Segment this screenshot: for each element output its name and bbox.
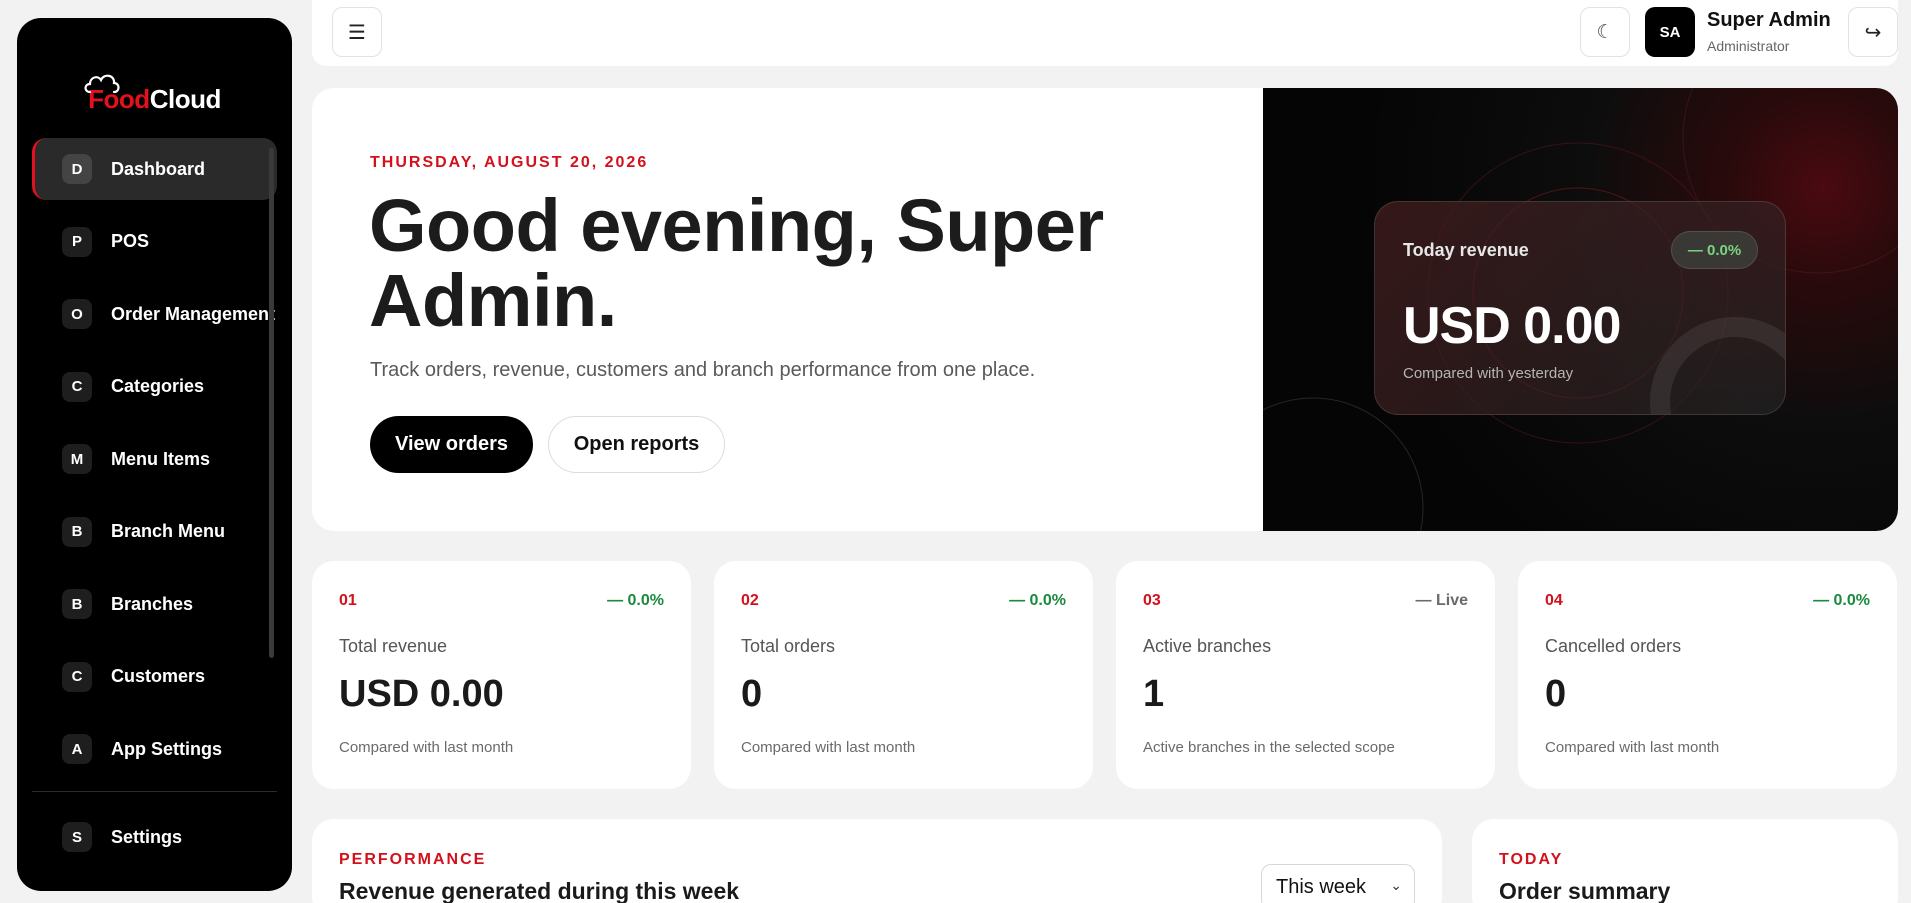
menu-toggle-button[interactable]: ☰ <box>332 7 382 57</box>
stat-card-total-orders: 02 — 0.0% Total orders 0 Compared with l… <box>714 561 1093 789</box>
topbar: ☰ ☾ SA Super Admin Administrator ↪ <box>312 0 1898 66</box>
nav-badge: O <box>62 299 92 329</box>
avatar[interactable]: SA <box>1645 7 1695 57</box>
performance-panel: PERFORMANCE Revenue generated during thi… <box>312 819 1442 903</box>
stat-trend: — 0.0% <box>607 592 664 609</box>
stat-label: Cancelled orders <box>1545 636 1682 656</box>
nav-badge: C <box>62 371 92 402</box>
page-subtitle: Track orders, revenue, customers and bra… <box>370 359 1036 381</box>
nav-badge: B <box>62 589 92 619</box>
current-date: THURSDAY, AUGUST 20, 2026 <box>370 154 649 171</box>
moon-icon: ☾ <box>1596 21 1614 43</box>
today-kicker: TODAY <box>1499 851 1564 868</box>
nav-badge: P <box>62 226 92 257</box>
view-orders-button[interactable]: View orders <box>370 416 533 473</box>
stat-note: Compared with last month <box>741 739 916 756</box>
nav-badge: D <box>62 154 92 184</box>
stat-value: USD 0.00 <box>339 673 504 715</box>
sidebar-item-branch-menu[interactable]: B Branch Menu <box>32 501 277 563</box>
stat-trend: — 0.0% <box>1009 592 1066 609</box>
stat-card-total-revenue: 01 — 0.0% Total revenue USD 0.00 Compare… <box>312 561 691 789</box>
stat-value: 0 <box>741 673 763 715</box>
sidebar-item-order-management[interactable]: O Order Management <box>32 283 277 345</box>
hamburger-icon: ☰ <box>348 21 366 44</box>
stat-index: 02 <box>741 592 759 609</box>
sidebar-item-customers[interactable]: C Customers <box>32 646 277 708</box>
today-revenue-note: Compared with yesterday <box>1403 365 1574 382</box>
sidebar-item-categories[interactable]: C Categories <box>32 356 277 418</box>
sidebar-item-app-settings[interactable]: A App Settings <box>32 718 277 780</box>
stat-label: Total orders <box>741 636 836 656</box>
chevron-down-icon: ⌄ <box>1390 877 1402 893</box>
nav-badge: S <box>62 822 92 852</box>
hero-panel: THURSDAY, AUGUST 20, 2026 Good evening, … <box>312 88 1898 531</box>
stat-index: 01 <box>339 592 357 609</box>
sidebar-item-settings[interactable]: S Settings <box>32 806 277 868</box>
sidebar-item-label: Menu Items <box>111 448 211 469</box>
sidebar-item-dashboard[interactable]: D Dashboard <box>32 138 277 200</box>
stat-value: 0 <box>1545 673 1567 715</box>
stat-card-cancelled-orders: 04 — 0.0% Cancelled orders 0 Compared wi… <box>1518 561 1897 789</box>
stat-label: Total revenue <box>339 636 448 656</box>
performance-title: Revenue generated during this week <box>339 878 740 903</box>
today-revenue-label: Today revenue <box>1403 240 1529 260</box>
nav-badge: C <box>62 661 92 692</box>
page-title: Good evening, Super Admin. <box>369 184 1104 342</box>
sidebar-item-label: Branch Menu <box>111 521 226 541</box>
sidebar-item-menu-items[interactable]: M Menu Items <box>32 428 277 490</box>
sidebar: FoodCloud D Dashboard P POS O Order Mana… <box>17 18 292 891</box>
stat-card-active-branches: 03 — Live Active branches 1 Active branc… <box>1116 561 1495 789</box>
stat-index: 03 <box>1143 592 1161 609</box>
open-reports-button[interactable]: Open reports <box>548 416 725 473</box>
user-role: Administrator <box>1707 38 1790 54</box>
theme-toggle-button[interactable]: ☾ <box>1580 7 1630 57</box>
sidebar-item-label: App Settings <box>111 738 222 759</box>
stat-note: Active branches in the selected scope <box>1143 739 1395 756</box>
performance-kicker: PERFORMANCE <box>339 851 487 868</box>
today-revenue-card: Today revenue — 0.0% USD 0.00 Compared w… <box>1374 201 1786 415</box>
sidebar-item-label: Customers <box>111 666 206 686</box>
stat-trend: — Live <box>1415 592 1468 609</box>
period-select[interactable]: This week ⌄ <box>1261 864 1415 903</box>
nav-badge: M <box>62 444 92 474</box>
cloud-icon <box>84 74 120 94</box>
sidebar-scrollbar[interactable] <box>269 148 274 658</box>
stat-note: Compared with last month <box>1545 739 1720 756</box>
user-name: Super Admin <box>1707 9 1831 31</box>
hero-highlight: Today revenue — 0.0% USD 0.00 Compared w… <box>1263 88 1898 531</box>
sidebar-item-label: Dashboard <box>111 158 206 179</box>
brand-cloud: Cloud <box>149 84 222 114</box>
nav-badge: A <box>62 734 92 764</box>
today-revenue-trend-badge: — 0.0% <box>1671 231 1758 269</box>
sidebar-item-label: Order Management <box>111 303 276 324</box>
sidebar-nav: D Dashboard P POS O Order Management C C… <box>32 138 277 791</box>
sidebar-item-branches[interactable]: B Branches <box>32 573 277 635</box>
nav-badge: B <box>62 516 92 547</box>
brand-logo[interactable]: FoodCloud <box>17 74 292 115</box>
sidebar-item-label: Settings <box>111 826 183 847</box>
sidebar-item-label: POS <box>111 231 150 251</box>
stat-trend: — 0.0% <box>1813 592 1870 609</box>
logout-button[interactable]: ↪ <box>1848 7 1898 57</box>
stat-label: Active branches <box>1143 636 1272 656</box>
sidebar-item-pos[interactable]: P POS <box>32 211 277 273</box>
stat-index: 04 <box>1545 592 1563 609</box>
logout-icon: ↪ <box>1864 21 1882 44</box>
order-summary-panel: TODAY Order summary <box>1472 819 1898 903</box>
order-summary-title: Order summary <box>1499 878 1671 903</box>
period-select-value: This week <box>1276 875 1367 898</box>
today-revenue-value: USD 0.00 <box>1403 297 1621 355</box>
stat-note: Compared with last month <box>339 739 514 756</box>
sidebar-item-label: Branches <box>111 593 194 614</box>
stat-value: 1 <box>1143 673 1165 715</box>
sidebar-divider <box>32 791 277 792</box>
sidebar-item-label: Categories <box>111 376 205 396</box>
